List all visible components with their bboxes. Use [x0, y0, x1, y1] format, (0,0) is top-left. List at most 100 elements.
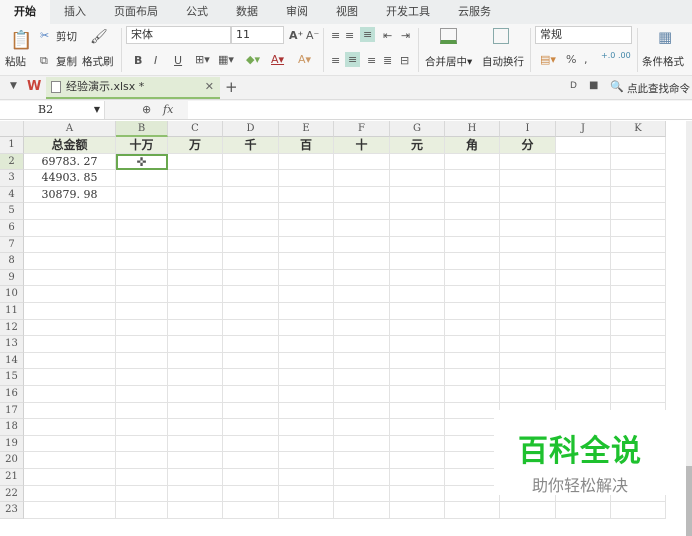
- cell-C14[interactable]: [168, 352, 223, 370]
- cell-K7[interactable]: [611, 236, 666, 254]
- cell-I12[interactable]: [500, 319, 556, 337]
- cell-K15[interactable]: [611, 369, 666, 386]
- cell-E5[interactable]: [279, 203, 334, 220]
- cell-E1[interactable]: 百: [279, 137, 334, 154]
- row-header-18[interactable]: 18: [0, 419, 24, 436]
- tab-2[interactable]: 页面布局: [100, 0, 172, 24]
- cell-J9[interactable]: [556, 269, 611, 287]
- row-header-9[interactable]: 9: [0, 269, 24, 287]
- cell-G15[interactable]: [390, 369, 445, 386]
- cell-I11[interactable]: [500, 303, 556, 320]
- cell-H13[interactable]: [445, 336, 500, 353]
- cell-B2[interactable]: ✜: [116, 153, 168, 171]
- cell-J12[interactable]: [556, 319, 611, 337]
- align-left-icon[interactable]: ≡: [331, 54, 340, 67]
- cell-D2[interactable]: [223, 153, 279, 171]
- row-header-11[interactable]: 11: [0, 303, 24, 320]
- cell-H3[interactable]: [445, 170, 500, 187]
- cell-G10[interactable]: [390, 286, 445, 303]
- cell-A17[interactable]: [24, 402, 116, 420]
- cell-A22[interactable]: [24, 485, 116, 503]
- cell-H12[interactable]: [445, 319, 500, 337]
- cell-F1[interactable]: 十: [334, 137, 390, 154]
- cell-I14[interactable]: [500, 352, 556, 370]
- cell-F13[interactable]: [334, 336, 390, 353]
- cell-A16[interactable]: [24, 386, 116, 403]
- cell-B12[interactable]: [116, 319, 168, 337]
- cell-B17[interactable]: [116, 402, 168, 420]
- indent-icon[interactable]: ⇤: [383, 29, 392, 42]
- currency-icon[interactable]: ▤▾: [540, 53, 556, 66]
- column-header-I[interactable]: I: [500, 121, 556, 137]
- cell-F5[interactable]: [334, 203, 390, 220]
- border-icon[interactable]: ⊞▾: [195, 53, 210, 66]
- cell-A8[interactable]: [24, 253, 116, 270]
- cell-C8[interactable]: [168, 253, 223, 270]
- cell-B20[interactable]: [116, 452, 168, 469]
- row-header-7[interactable]: 7: [0, 236, 24, 254]
- cell-F23[interactable]: [334, 502, 390, 519]
- cell-H16[interactable]: [445, 386, 500, 403]
- cell-B22[interactable]: [116, 485, 168, 503]
- cell-G14[interactable]: [390, 352, 445, 370]
- cut-button[interactable]: 剪切: [56, 29, 77, 44]
- italic-icon[interactable]: I: [154, 54, 157, 67]
- cell-A15[interactable]: [24, 369, 116, 386]
- cell-C4[interactable]: [168, 186, 223, 204]
- cell-F12[interactable]: [334, 319, 390, 337]
- cell-C3[interactable]: [168, 170, 223, 187]
- cell-H6[interactable]: [445, 220, 500, 237]
- cell-F4[interactable]: [334, 186, 390, 204]
- cell-J5[interactable]: [556, 203, 611, 220]
- cell-B14[interactable]: [116, 352, 168, 370]
- table-style-icon[interactable]: ▦▾: [218, 53, 234, 66]
- cell-D11[interactable]: [223, 303, 279, 320]
- cell-G18[interactable]: [390, 419, 445, 436]
- cell-G6[interactable]: [390, 220, 445, 237]
- bold-icon[interactable]: B: [134, 54, 142, 67]
- cell-K2[interactable]: [611, 153, 666, 171]
- cell-I16[interactable]: [500, 386, 556, 403]
- row-header-4[interactable]: 4: [0, 186, 24, 204]
- cell-H7[interactable]: [445, 236, 500, 254]
- cell-F7[interactable]: [334, 236, 390, 254]
- cell-A10[interactable]: [24, 286, 116, 303]
- cell-I2[interactable]: [500, 153, 556, 171]
- cell-A14[interactable]: [24, 352, 116, 370]
- cell-K11[interactable]: [611, 303, 666, 320]
- column-header-B[interactable]: B: [116, 121, 168, 137]
- cell-G17[interactable]: [390, 402, 445, 420]
- cell-B7[interactable]: [116, 236, 168, 254]
- cell-A18[interactable]: [24, 419, 116, 436]
- cell-C5[interactable]: [168, 203, 223, 220]
- cell-G5[interactable]: [390, 203, 445, 220]
- cell-E21[interactable]: [279, 469, 334, 486]
- cell-E14[interactable]: [279, 352, 334, 370]
- d-icon[interactable]: D: [570, 81, 577, 91]
- cell-G9[interactable]: [390, 269, 445, 287]
- cell-I7[interactable]: [500, 236, 556, 254]
- cell-C18[interactable]: [168, 419, 223, 436]
- percent-icon[interactable]: %: [566, 53, 576, 66]
- row-header-5[interactable]: 5: [0, 203, 24, 220]
- cell-A11[interactable]: [24, 303, 116, 320]
- cell-B21[interactable]: [116, 469, 168, 486]
- cell-J6[interactable]: [556, 220, 611, 237]
- cell-G2[interactable]: [390, 153, 445, 171]
- cell-A21[interactable]: [24, 469, 116, 486]
- cell-H18[interactable]: [445, 419, 500, 436]
- align-middle-icon[interactable]: ≡: [345, 29, 354, 42]
- cell-K6[interactable]: [611, 220, 666, 237]
- cell-G4[interactable]: [390, 186, 445, 204]
- cell-D13[interactable]: [223, 336, 279, 353]
- cell-K8[interactable]: [611, 253, 666, 270]
- cell-H11[interactable]: [445, 303, 500, 320]
- cell-G21[interactable]: [390, 469, 445, 486]
- cell-C11[interactable]: [168, 303, 223, 320]
- cell-D1[interactable]: 千: [223, 137, 279, 154]
- row-header-23[interactable]: 23: [0, 502, 24, 519]
- cell-F16[interactable]: [334, 386, 390, 403]
- cell-I3[interactable]: [500, 170, 556, 187]
- cell-B19[interactable]: [116, 435, 168, 453]
- cell-J23[interactable]: [556, 502, 611, 519]
